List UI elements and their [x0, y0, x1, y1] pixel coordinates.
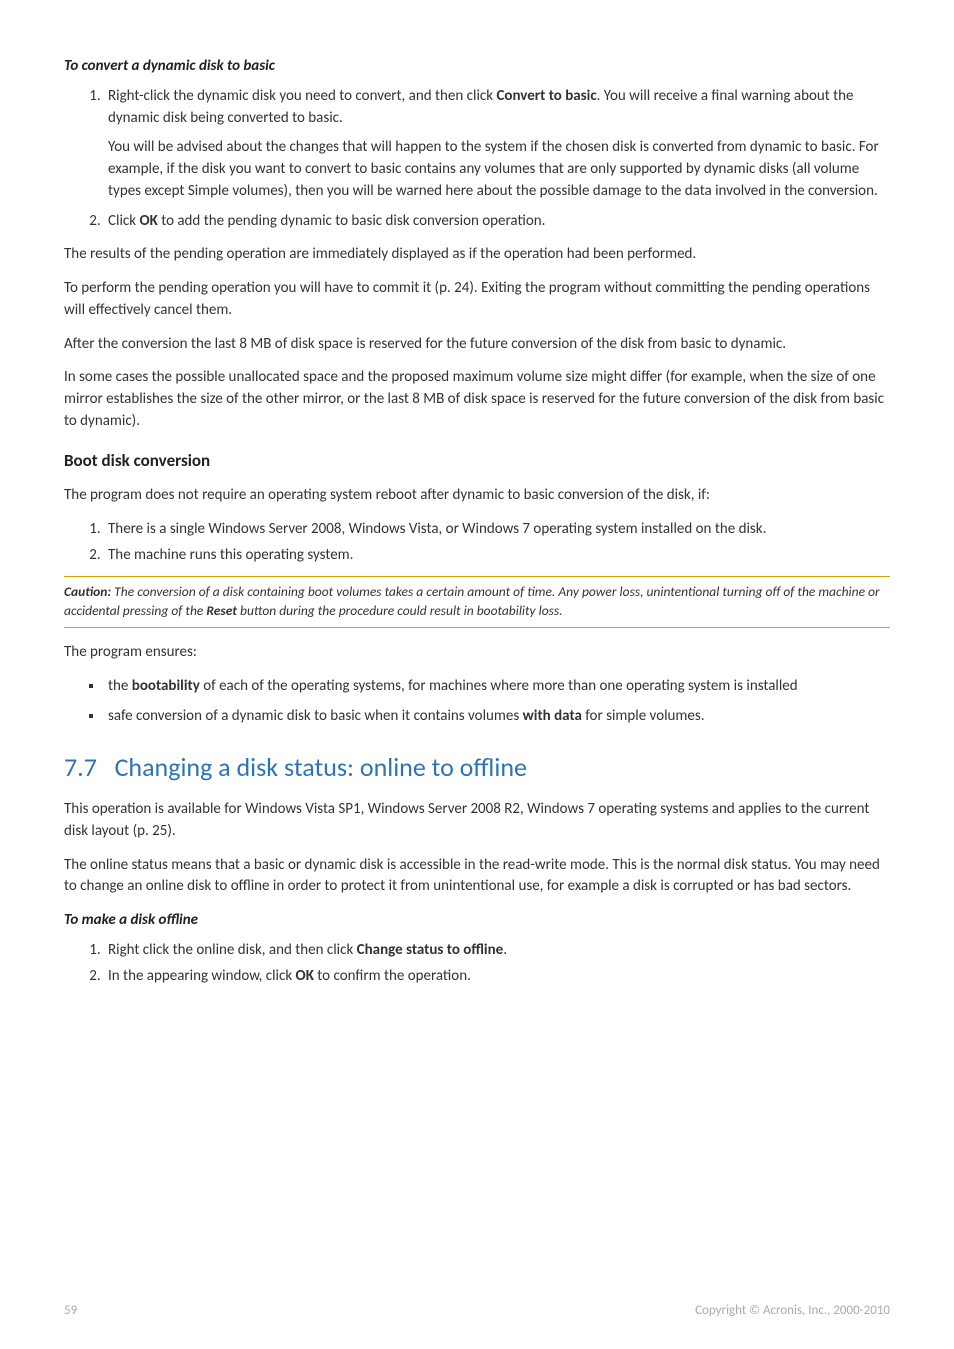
list-item: the bootability of each of the operating… [104, 676, 890, 698]
text: for simple volumes. [582, 707, 705, 725]
offline-step-2: In the appearing window, click OK to con… [104, 966, 890, 988]
text: to add the pending dynamic to basic disk… [158, 212, 546, 230]
section-heading-7-7: 7.7 Changing a disk status: online to of… [64, 749, 890, 787]
paragraph: In some cases the possible unallocated s… [64, 367, 890, 432]
caution-box: Caution: The conversion of a disk contai… [64, 576, 890, 628]
convert-step-2: Click OK to add the pending dynamic to b… [104, 211, 890, 233]
boot-step-2: The machine runs this operating system. [104, 545, 890, 567]
convert-steps: Right-click the dynamic disk you need to… [64, 86, 890, 233]
text: Right click the online disk, and then cl… [108, 941, 357, 959]
ensures-list: the bootability of each of the operating… [64, 676, 890, 728]
text: . [503, 941, 507, 959]
text: the [108, 677, 132, 695]
text: Right-click the dynamic disk you need to… [108, 87, 496, 105]
paragraph: The program does not require an operatin… [64, 485, 890, 507]
section-number: 7.7 [64, 751, 97, 783]
bold: OK [139, 212, 157, 230]
text: Click [108, 212, 139, 230]
copyright: Copyright © Acronis, Inc., 2000-2010 [695, 1302, 890, 1321]
offline-step-1: Right click the online disk, and then cl… [104, 940, 890, 962]
paragraph: The program ensures: [64, 642, 890, 664]
text: of each of the operating systems, for ma… [200, 677, 798, 695]
text: button during the procedure could result… [237, 602, 563, 619]
text: safe conversion of a dynamic disk to bas… [108, 707, 523, 725]
text: In the appearing window, click [108, 967, 296, 985]
bold: with data [523, 707, 582, 725]
subheading-convert: To convert a dynamic disk to basic [64, 56, 890, 78]
paragraph: After the conversion the last 8 MB of di… [64, 334, 890, 356]
paragraph: The online status means that a basic or … [64, 855, 890, 899]
paragraph: The results of the pending operation are… [64, 244, 890, 266]
heading-boot-conversion: Boot disk conversion [64, 449, 890, 474]
caution-label: Caution: [64, 583, 111, 600]
page-footer: 59 Copyright © Acronis, Inc., 2000-2010 [64, 1302, 890, 1321]
subheading-offline: To make a disk offline [64, 910, 890, 932]
page-number: 59 [64, 1302, 77, 1321]
bold: bootability [132, 677, 200, 695]
convert-step-1-detail: You will be advised about the changes th… [108, 137, 890, 202]
boot-step-1: There is a single Windows Server 2008, W… [104, 519, 890, 541]
text: to confirm the operation. [314, 967, 471, 985]
bold: Change status to offline [357, 941, 504, 959]
boot-steps: There is a single Windows Server 2008, W… [64, 519, 890, 567]
convert-step-1: Right-click the dynamic disk you need to… [104, 86, 890, 203]
bold: Convert to basic [496, 87, 596, 105]
paragraph: To perform the pending operation you wil… [64, 278, 890, 322]
list-item: safe conversion of a dynamic disk to bas… [104, 706, 890, 728]
section-title: Changing a disk status: online to offlin… [115, 751, 527, 783]
offline-steps: Right click the online disk, and then cl… [64, 940, 890, 988]
bold: Reset [206, 602, 237, 619]
paragraph: This operation is available for Windows … [64, 799, 890, 843]
bold: OK [296, 967, 314, 985]
